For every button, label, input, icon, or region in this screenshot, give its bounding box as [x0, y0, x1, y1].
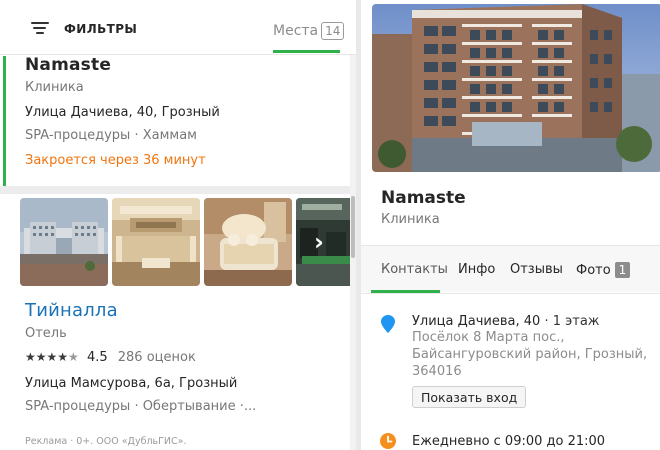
clock-icon	[380, 433, 396, 449]
address-postcode: 364016	[412, 364, 462, 379]
address-floor: · 1 этаж	[544, 314, 600, 329]
places-count-badge: 14	[321, 22, 345, 40]
place-title: Namaste	[381, 188, 466, 208]
scrollbar-thumb[interactable]	[351, 196, 355, 258]
place-detail-panel: Namaste Клиника Контакты Инфо Отзывы Фот…	[361, 0, 660, 450]
place-photo[interactable]	[372, 4, 660, 172]
result-address: Улица Дачиева, 40, Грозный	[25, 105, 220, 120]
filter-bar: ФИЛЬТРЫ Места 14	[0, 0, 356, 55]
chevron-right-icon[interactable]: ›	[307, 230, 331, 255]
star-icon: ★★★★★	[25, 350, 79, 364]
show-entrance-button[interactable]: Показать вход	[412, 386, 527, 408]
address-line: Байсангуровский район, Грозный,	[412, 347, 648, 362]
address-main[interactable]: Улица Дачиева, 40 · 1 этаж	[412, 314, 600, 329]
photo-hotel-building[interactable]	[20, 198, 108, 286]
place-category: Клиника	[381, 212, 440, 227]
photo-count-badge: 1	[614, 262, 631, 278]
divider	[361, 293, 660, 294]
result-status: Закроется через 36 минут	[25, 153, 206, 168]
tab-photo[interactable]: Фото 1	[576, 262, 631, 278]
result-services: SPA-процедуры · Обертывание ·...	[25, 399, 257, 414]
ad-disclaimer: Реклама · 0+. ООО «ДубльГИС».	[25, 436, 187, 447]
result-category: Отель	[25, 326, 67, 341]
card-divider	[0, 186, 350, 194]
places-tab-label: Места	[273, 23, 319, 39]
tab-contacts[interactable]: Контакты	[381, 262, 448, 277]
result-title[interactable]: Namaste	[25, 55, 111, 75]
active-tab-indicator	[273, 50, 340, 53]
photo-bedroom[interactable]	[204, 198, 292, 286]
result-services: SPA-процедуры · Хаммам	[25, 128, 197, 143]
result-card-tiynalla[interactable]: › Тийналла Отель ★★★★★ 4.5 286 оценок Ул…	[0, 194, 350, 450]
result-category: Клиника	[25, 80, 84, 95]
results-panel: ФИЛЬТРЫ Места 14 Namaste Клиника Улица Да…	[0, 0, 356, 450]
map-pin-icon	[381, 315, 395, 333]
opening-hours: Ежедневно с 09:00 до 21:00	[412, 434, 606, 449]
selected-indicator	[3, 56, 6, 186]
result-rating: 4.5	[86, 350, 108, 365]
result-reviews-count[interactable]: 286 оценок	[118, 350, 196, 365]
result-address: Улица Мамсурова, 6а, Грозный	[25, 376, 238, 391]
filters-button[interactable]: ФИЛЬТРЫ	[64, 22, 137, 36]
address-street: Улица Дачиева, 40	[412, 314, 541, 329]
tab-info[interactable]: Инфо	[458, 262, 495, 277]
filter-icon[interactable]	[31, 22, 49, 35]
result-card-namaste[interactable]: Namaste Клиника Улица Дачиева, 40, Грозн…	[0, 55, 350, 186]
address-line: Посёлок 8 Марта пос.,	[412, 330, 565, 345]
photo-lobby[interactable]	[112, 198, 200, 286]
result-title[interactable]: Тийналла	[25, 300, 118, 321]
tab-reviews[interactable]: Отзывы	[510, 262, 563, 277]
tab-photo-label: Фото	[576, 263, 611, 278]
tab-places[interactable]: Места 14	[273, 20, 345, 40]
result-rating-row: ★★★★★ 4.5 286 оценок	[25, 350, 196, 365]
